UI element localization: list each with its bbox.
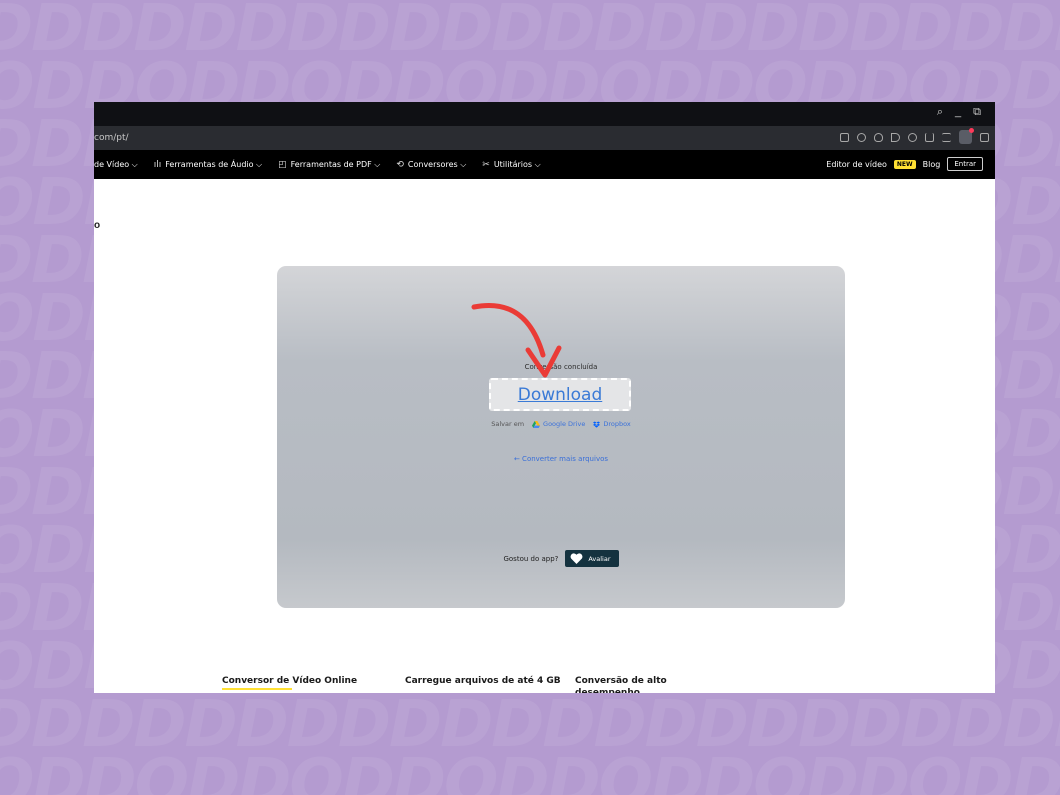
browser-window: ⌕ _ ⧉ com/pt/ de Vídeo ⌵ ılı Ferramentas… — [94, 102, 995, 693]
liked-question: Gostou do app? — [503, 554, 559, 563]
google-drive-icon — [532, 420, 541, 428]
nav-label: Ferramentas de Áudio ⌵ — [165, 159, 263, 169]
feature-title: Carregue arquivos de até 4 GB — [405, 676, 561, 686]
url-text[interactable]: com/pt/ — [94, 133, 129, 143]
extension-icon[interactable] — [980, 132, 989, 142]
address-bar[interactable]: com/pt/ — [94, 126, 995, 150]
nav-label: de Vídeo ⌵ — [94, 159, 138, 169]
heart-icon — [570, 553, 583, 564]
video-editor-link[interactable]: Editor de vídeo — [826, 160, 887, 169]
save-options: Salvar em Google Drive Dropbox — [277, 420, 845, 428]
rating-row: Gostou do app? Avaliar — [277, 550, 845, 567]
convert-more-link[interactable]: ← Converter mais arquivos — [277, 455, 845, 463]
feature-item: Conversão de alto desempenho — [575, 675, 695, 693]
google-drive-label: Google Drive — [543, 420, 586, 428]
nav-video-tools[interactable]: de Vídeo ⌵ — [94, 160, 138, 170]
dropbox-icon — [593, 420, 601, 428]
rate-label: Avaliar — [588, 554, 611, 563]
feature-list: Conversor de Vídeo Online Carregue arqui… — [222, 675, 695, 693]
download-icon[interactable] — [925, 132, 934, 142]
nav-utilities[interactable]: ✂ Utilitários ⌵ — [482, 160, 540, 170]
nav-pdf-tools[interactable]: ◰ Ferramentas de PDF ⌵ — [278, 160, 380, 170]
pdf-icon: ◰ — [278, 159, 287, 170]
scissors-icon: ✂ — [482, 159, 490, 170]
shield-icon[interactable] — [874, 132, 883, 142]
site-navbar: de Vídeo ⌵ ılı Ferramentas de Áudio ⌵ ◰ … — [94, 150, 995, 179]
login-button[interactable]: Entrar — [947, 157, 983, 171]
nav-label: Utilitários ⌵ — [493, 159, 541, 169]
dropbox-label: Dropbox — [603, 420, 631, 428]
annotation-arrow — [471, 303, 562, 378]
heart-icon[interactable] — [908, 132, 917, 142]
download-box[interactable]: Download — [489, 378, 631, 411]
rate-button[interactable]: Avaliar — [565, 550, 619, 567]
feature-item: Conversor de Vídeo Online — [222, 675, 405, 693]
nav-label: Ferramentas de PDF ⌵ — [290, 159, 381, 169]
nav-audio-tools[interactable]: ılı Ferramentas de Áudio ⌵ — [154, 160, 262, 170]
nav-converters[interactable]: ⟲ Conversores ⌵ — [396, 160, 466, 170]
nav-label: Conversores ⌵ — [407, 159, 467, 169]
audio-wave-icon: ılı — [153, 159, 162, 170]
refresh-icon: ⟲ — [396, 159, 404, 170]
restore-icon[interactable]: ⧉ — [973, 106, 981, 119]
play-icon[interactable] — [891, 132, 900, 142]
edit-icon[interactable] — [840, 132, 849, 142]
save-in-label: Salvar em — [491, 420, 525, 428]
feature-underline — [222, 688, 292, 690]
feature-title: Conversão de alto desempenho — [575, 676, 667, 693]
menu-icon[interactable] — [942, 132, 951, 142]
feature-item: Carregue arquivos de até 4 GB — [405, 675, 575, 693]
page-title: o — [94, 220, 101, 231]
minimize-icon[interactable]: _ — [955, 106, 961, 119]
feature-title: Conversor de Vídeo Online — [222, 676, 358, 686]
dropbox-button[interactable]: Dropbox — [593, 420, 631, 428]
profile-icon[interactable] — [959, 128, 974, 144]
download-link[interactable]: Download — [518, 385, 603, 405]
google-drive-button[interactable]: Google Drive — [532, 420, 585, 428]
title-bar: ⌕ _ ⧉ — [94, 102, 995, 126]
new-badge: NEW — [893, 159, 916, 169]
blog-link[interactable]: Blog — [923, 160, 941, 169]
camera-icon[interactable] — [857, 132, 866, 142]
search-icon[interactable]: ⌕ — [937, 106, 943, 119]
